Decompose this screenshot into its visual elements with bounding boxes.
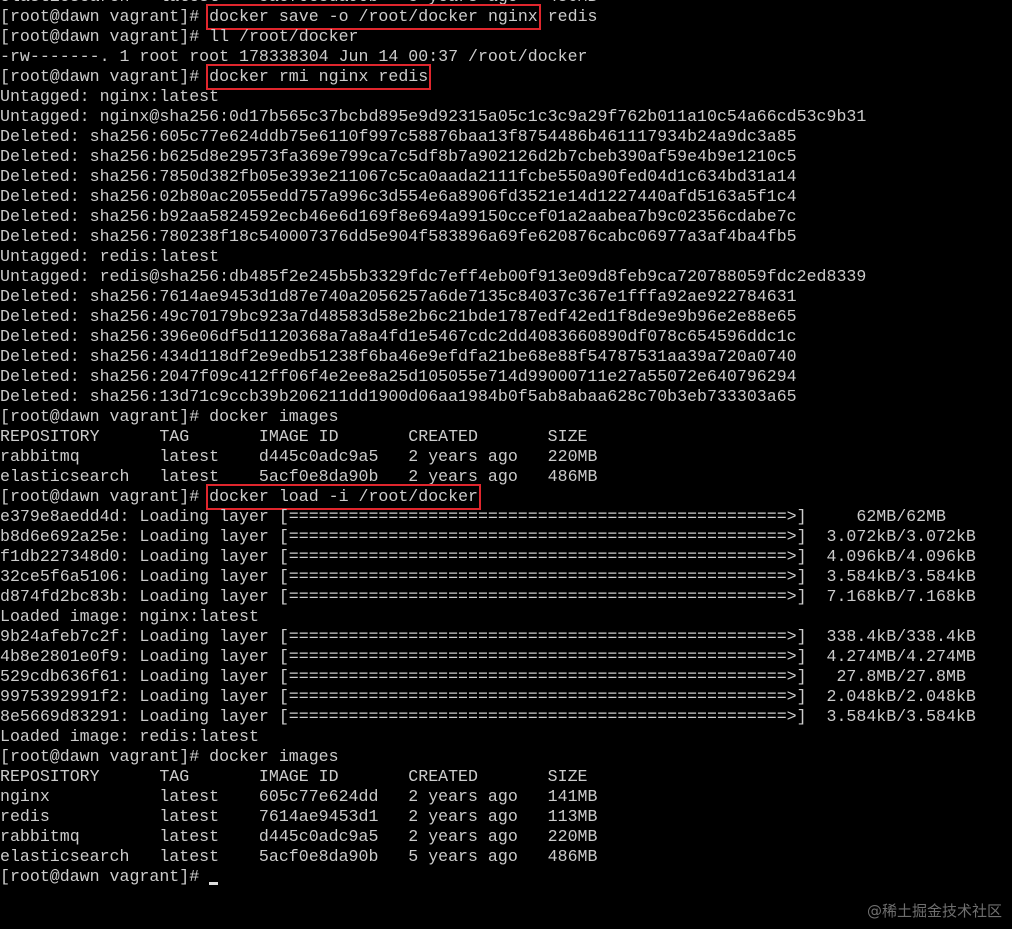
line-text: e379e8aedd4d: Loading layer [===========… bbox=[0, 507, 946, 526]
line-text: 529cdb636f61: Loading layer [===========… bbox=[0, 667, 966, 686]
line-text: b8d6e692a25e: Loading layer [===========… bbox=[0, 527, 976, 546]
line-text: elasticsearch latest 5acf0e8da90b 5 year… bbox=[0, 847, 598, 866]
line-text: d874fd2bc83b: Loading layer [===========… bbox=[0, 587, 976, 606]
terminal-line: [root@dawn vagrant]# docker save -o /roo… bbox=[0, 4, 1012, 30]
line-text: Deleted: sha256:780238f18c540007376dd5e9… bbox=[0, 227, 797, 246]
line-text: Deleted: sha256:605c77e624ddb75e6110f997… bbox=[0, 127, 797, 146]
highlighted-command: docker rmi nginx redis bbox=[206, 64, 432, 90]
terminal-line: elasticsearch latest 5acf0e8da90b 5 year… bbox=[0, 0, 1012, 7]
line-text: REPOSITORY TAG IMAGE ID CREATED SIZE bbox=[0, 427, 588, 446]
cursor[interactable] bbox=[209, 882, 219, 885]
terminal-line: Deleted: sha256:7614ae9453d1d87e740a2056… bbox=[0, 287, 1012, 307]
line-text: Untagged: nginx@sha256:0d17b565c37bcbd89… bbox=[0, 107, 867, 126]
terminal-line: REPOSITORY TAG IMAGE ID CREATED SIZE bbox=[0, 767, 1012, 787]
terminal-line: Untagged: nginx:latest bbox=[0, 87, 1012, 107]
terminal-line: [root@dawn vagrant]# ll /root/docker bbox=[0, 27, 1012, 47]
line-text: Deleted: sha256:02b80ac2055edd757a996c3d… bbox=[0, 187, 797, 206]
terminal-line: Deleted: sha256:396e06df5d1120368a7a8a4f… bbox=[0, 327, 1012, 347]
terminal-line: elasticsearch latest 5acf0e8da90b 2 year… bbox=[0, 467, 1012, 487]
line-text: [root@dawn vagrant]# docker images bbox=[0, 407, 339, 426]
terminal-line: rabbitmq latest d445c0adc9a5 2 years ago… bbox=[0, 447, 1012, 467]
line-text: rabbitmq latest d445c0adc9a5 2 years ago… bbox=[0, 827, 598, 846]
line-text: redis latest 7614ae9453d1 2 years ago 11… bbox=[0, 807, 598, 826]
terminal-line: Untagged: redis:latest bbox=[0, 247, 1012, 267]
line-text: Deleted: sha256:b92aa5824592ecb46e6d169f… bbox=[0, 207, 797, 226]
line-text: 8e5669d83291: Loading layer [===========… bbox=[0, 707, 976, 726]
line-text: rabbitmq latest d445c0adc9a5 2 years ago… bbox=[0, 447, 598, 466]
terminal-output: elasticsearch latest 5acf0e8da90b 5 year… bbox=[0, 0, 1012, 887]
terminal-line: elasticsearch latest 5acf0e8da90b 5 year… bbox=[0, 847, 1012, 867]
line-text: 9b24afeb7c2f: Loading layer [===========… bbox=[0, 627, 976, 646]
terminal-line: Deleted: sha256:7850d382fb05e393e211067c… bbox=[0, 167, 1012, 187]
line-text: Loaded image: redis:latest bbox=[0, 727, 259, 746]
line-text: Deleted: sha256:434d118df2e9edb51238f6ba… bbox=[0, 347, 797, 366]
line-text: [root@dawn vagrant]# docker images bbox=[0, 747, 339, 766]
line-text: Deleted: sha256:13d71c9ccb39b206211dd190… bbox=[0, 387, 797, 406]
terminal-line: [root@dawn vagrant]# bbox=[0, 867, 1012, 887]
line-text: Untagged: redis@sha256:db485f2e245b5b332… bbox=[0, 267, 867, 286]
highlighted-command: docker save -o /root/docker nginx bbox=[206, 4, 541, 30]
terminal-line: b8d6e692a25e: Loading layer [===========… bbox=[0, 527, 1012, 547]
line-text: Untagged: redis:latest bbox=[0, 247, 220, 266]
line-text: Deleted: sha256:2047f09c412ff06f4e2ee8a2… bbox=[0, 367, 797, 386]
line-text: -rw-------. 1 root root 178338304 Jun 14… bbox=[0, 47, 588, 66]
line-text: Loaded image: nginx:latest bbox=[0, 607, 259, 626]
terminal-line: 32ce5f6a5106: Loading layer [===========… bbox=[0, 567, 1012, 587]
terminal-line: Deleted: sha256:434d118df2e9edb51238f6ba… bbox=[0, 347, 1012, 367]
command-rest: redis bbox=[537, 7, 598, 26]
terminal-line: [root@dawn vagrant]# docker load -i /roo… bbox=[0, 484, 1012, 510]
terminal-line: Deleted: sha256:780238f18c540007376dd5e9… bbox=[0, 227, 1012, 247]
terminal-line: Loaded image: redis:latest bbox=[0, 727, 1012, 747]
terminal-line: Deleted: sha256:02b80ac2055edd757a996c3d… bbox=[0, 187, 1012, 207]
terminal-line: Deleted: sha256:2047f09c412ff06f4e2ee8a2… bbox=[0, 367, 1012, 387]
line-text: 4b8e2801e0f9: Loading layer [===========… bbox=[0, 647, 976, 666]
terminal-line: Deleted: sha256:b92aa5824592ecb46e6d169f… bbox=[0, 207, 1012, 227]
prompt: [root@dawn vagrant]# bbox=[0, 67, 210, 86]
line-text: elasticsearch latest 5acf0e8da90b 5 year… bbox=[0, 0, 597, 6]
terminal-line: Deleted: sha256:b625d8e29573fa369e799ca7… bbox=[0, 147, 1012, 167]
terminal-line: Deleted: sha256:49c70179bc923a7d48583d58… bbox=[0, 307, 1012, 327]
prompt: [root@dawn vagrant]# bbox=[0, 487, 210, 506]
terminal-line: 9b24afeb7c2f: Loading layer [===========… bbox=[0, 627, 1012, 647]
terminal-line: d874fd2bc83b: Loading layer [===========… bbox=[0, 587, 1012, 607]
terminal-line: 529cdb636f61: Loading layer [===========… bbox=[0, 667, 1012, 687]
terminal-line: Untagged: redis@sha256:db485f2e245b5b332… bbox=[0, 267, 1012, 287]
terminal-line: Loaded image: nginx:latest bbox=[0, 607, 1012, 627]
line-text: Untagged: nginx:latest bbox=[0, 87, 220, 106]
line-text: REPOSITORY TAG IMAGE ID CREATED SIZE bbox=[0, 767, 588, 786]
terminal-line: 4b8e2801e0f9: Loading layer [===========… bbox=[0, 647, 1012, 667]
terminal-line: redis latest 7614ae9453d1 2 years ago 11… bbox=[0, 807, 1012, 827]
line-text: elasticsearch latest 5acf0e8da90b 2 year… bbox=[0, 467, 598, 486]
line-text: 32ce5f6a5106: Loading layer [===========… bbox=[0, 567, 976, 586]
terminal-line: f1db227348d0: Loading layer [===========… bbox=[0, 547, 1012, 567]
terminal-line: [root@dawn vagrant]# docker images bbox=[0, 747, 1012, 767]
terminal-line: e379e8aedd4d: Loading layer [===========… bbox=[0, 507, 1012, 527]
line-text: Deleted: sha256:49c70179bc923a7d48583d58… bbox=[0, 307, 797, 326]
terminal-line: 9975392991f2: Loading layer [===========… bbox=[0, 687, 1012, 707]
terminal-line: Untagged: nginx@sha256:0d17b565c37bcbd89… bbox=[0, 107, 1012, 127]
terminal-line: -rw-------. 1 root root 178338304 Jun 14… bbox=[0, 47, 1012, 67]
terminal-line: [root@dawn vagrant]# docker images bbox=[0, 407, 1012, 427]
line-text: 9975392991f2: Loading layer [===========… bbox=[0, 687, 976, 706]
terminal-line: nginx latest 605c77e624dd 2 years ago 14… bbox=[0, 787, 1012, 807]
line-text: Deleted: sha256:396e06df5d1120368a7a8a4f… bbox=[0, 327, 797, 346]
prompt: [root@dawn vagrant]# bbox=[0, 7, 210, 26]
terminal-line: 8e5669d83291: Loading layer [===========… bbox=[0, 707, 1012, 727]
line-text: Deleted: sha256:b625d8e29573fa369e799ca7… bbox=[0, 147, 797, 166]
watermark: @稀土掘金技术社区 bbox=[866, 902, 1002, 920]
terminal-line: Deleted: sha256:605c77e624ddb75e6110f997… bbox=[0, 127, 1012, 147]
line-text: Deleted: sha256:7850d382fb05e393e211067c… bbox=[0, 167, 797, 186]
line-text: [root@dawn vagrant]# bbox=[0, 867, 210, 886]
terminal-line: REPOSITORY TAG IMAGE ID CREATED SIZE bbox=[0, 427, 1012, 447]
terminal-line: Deleted: sha256:13d71c9ccb39b206211dd190… bbox=[0, 387, 1012, 407]
terminal-line: rabbitmq latest d445c0adc9a5 2 years ago… bbox=[0, 827, 1012, 847]
terminal-line: [root@dawn vagrant]# docker rmi nginx re… bbox=[0, 64, 1012, 90]
highlighted-command: docker load -i /root/docker bbox=[206, 484, 481, 510]
line-text: nginx latest 605c77e624dd 2 years ago 14… bbox=[0, 787, 598, 806]
line-text: Deleted: sha256:7614ae9453d1d87e740a2056… bbox=[0, 287, 797, 306]
line-text: [root@dawn vagrant]# ll /root/docker bbox=[0, 27, 359, 46]
line-text: f1db227348d0: Loading layer [===========… bbox=[0, 547, 976, 566]
